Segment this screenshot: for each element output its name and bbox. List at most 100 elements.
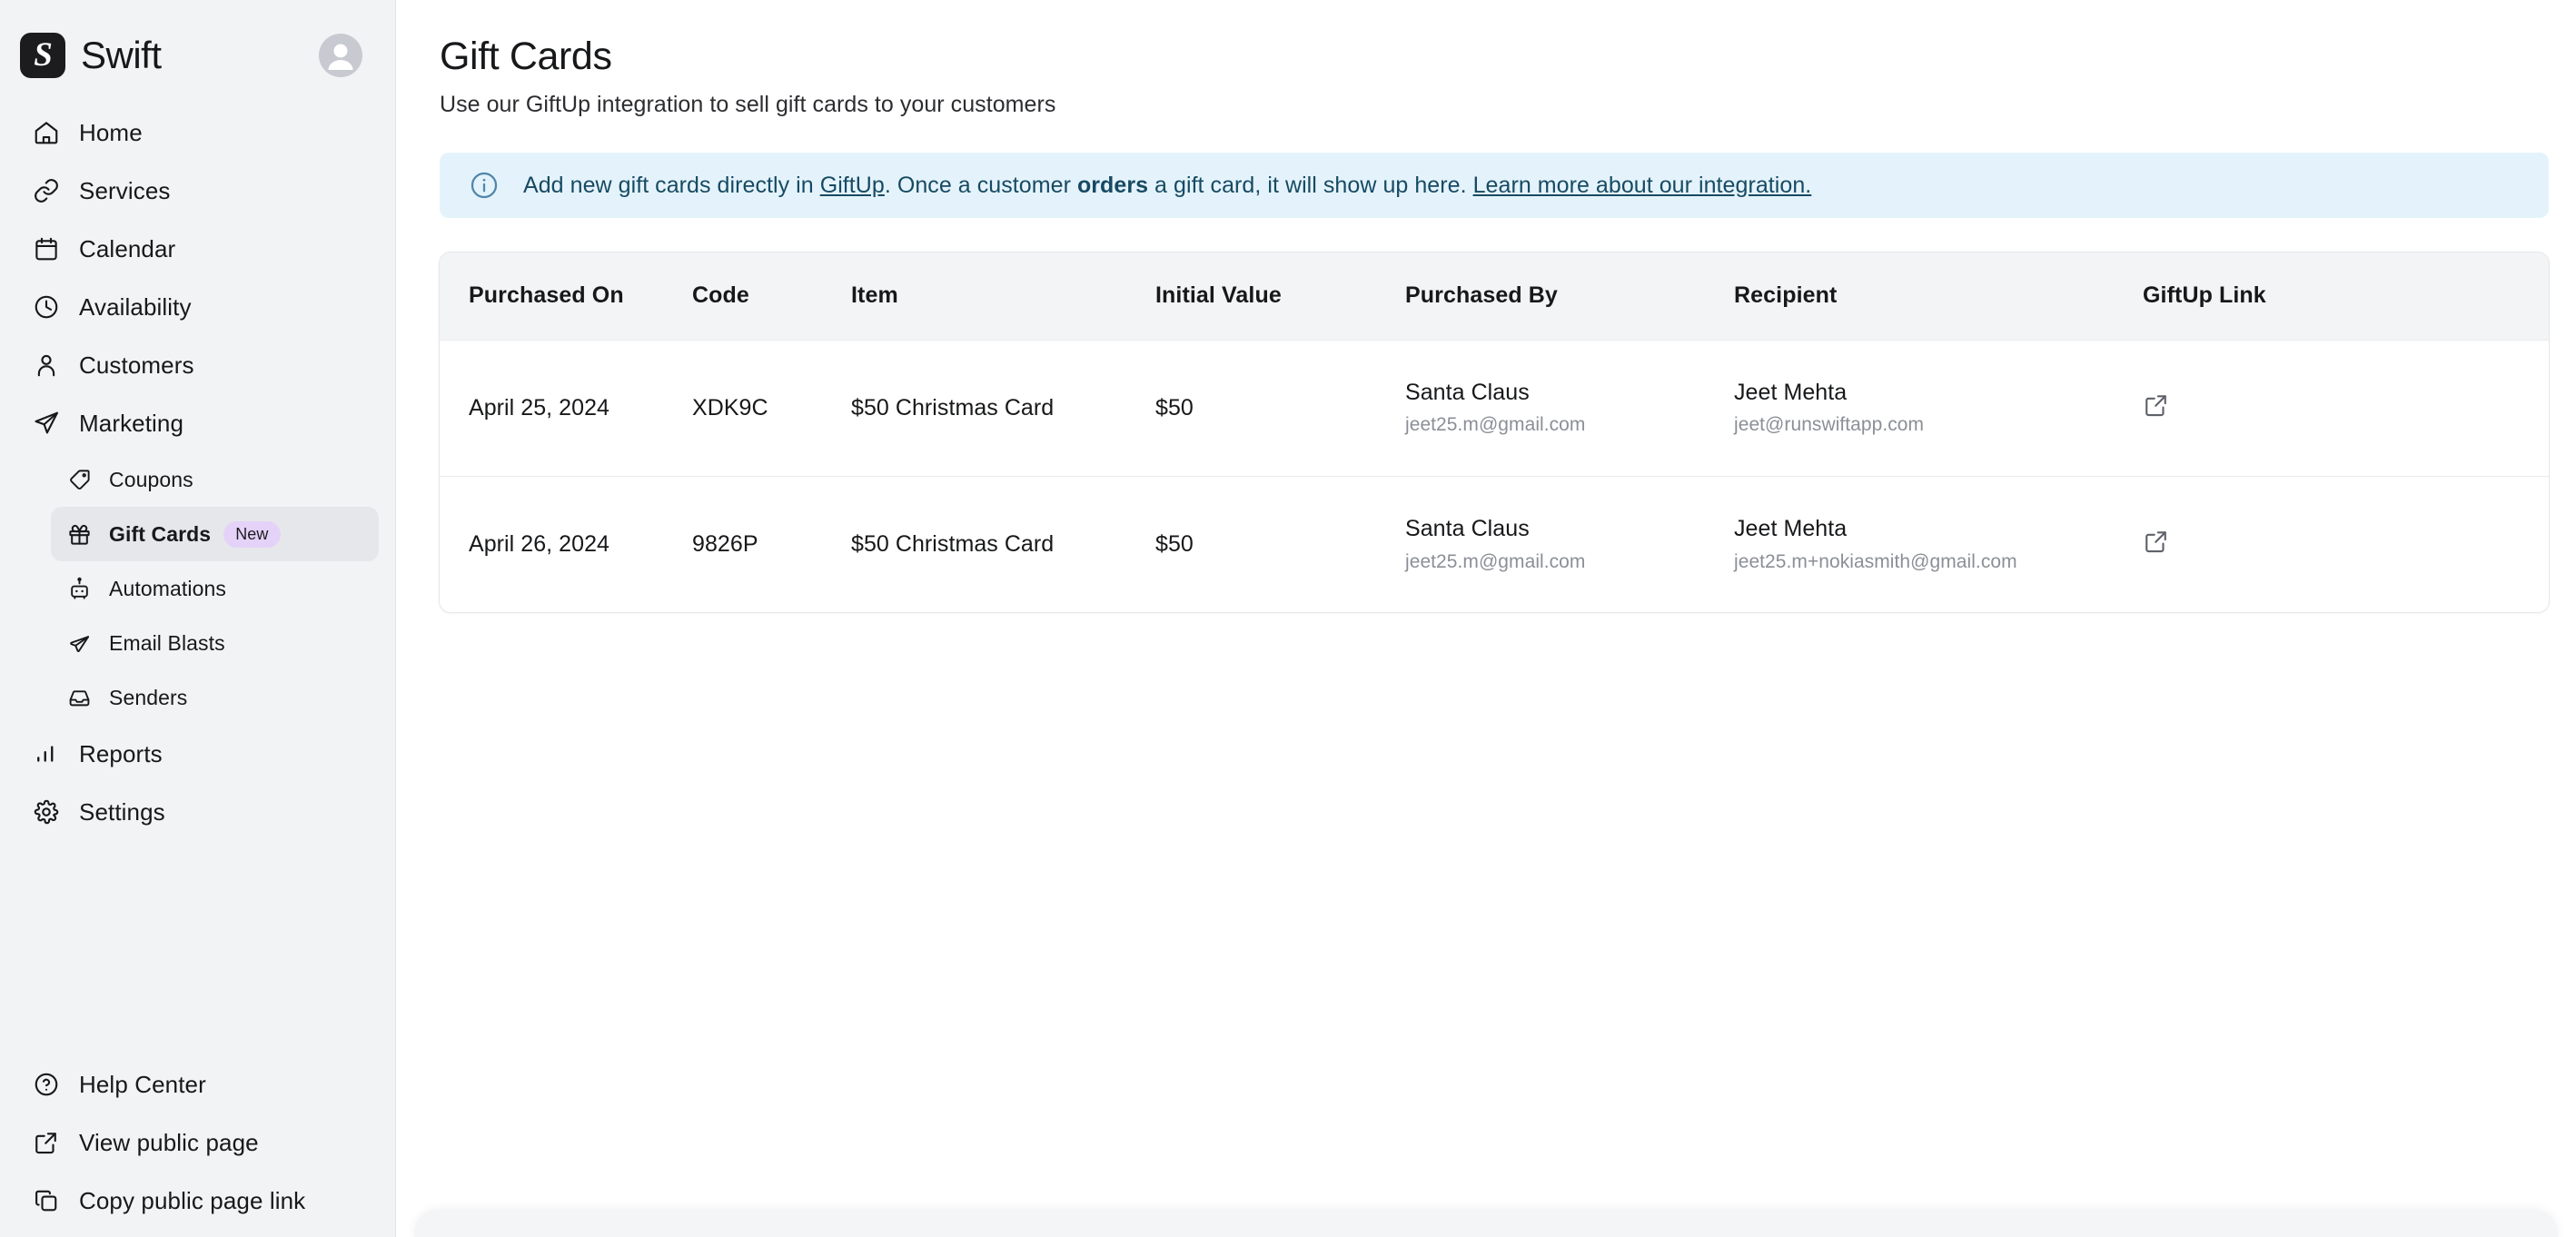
marketing-subnav: Coupons Gift Cards New Automations Email… [16, 452, 379, 725]
gift-cards-table: Purchased On Code Item Initial Value Pur… [440, 252, 2549, 612]
info-circle-icon [469, 170, 500, 201]
sidebar-item-label: Availability [79, 292, 192, 321]
cell-code: 9826P [692, 530, 758, 557]
table-row[interactable]: April 26, 2024 9826P $50 Christmas Card … [440, 476, 2549, 612]
sidebar-item-label: Help Center [79, 1070, 206, 1098]
megaphone-icon [65, 629, 93, 657]
sidebar-item-availability[interactable]: Availability [16, 278, 379, 336]
external-link-icon[interactable] [2143, 391, 2170, 419]
table-header: Purchased On Code Item Initial Value Pur… [440, 252, 2549, 340]
external-link-icon[interactable] [2143, 528, 2170, 555]
table-row[interactable]: April 25, 2024 XDK9C $50 Christmas Card … [440, 340, 2549, 476]
sidebar-item-view-public-page[interactable]: View public page [16, 1113, 379, 1172]
gift-icon [65, 520, 93, 548]
sidebar-item-label: Gift Cards [109, 521, 212, 546]
cell-item: $50 Christmas Card [851, 394, 1055, 421]
sidebar-item-label: Coupons [109, 467, 193, 491]
column-header-initial-value: Initial Value [1155, 282, 1282, 309]
table-body: April 25, 2024 XDK9C $50 Christmas Card … [440, 340, 2549, 612]
clock-icon [31, 292, 62, 322]
home-icon [31, 117, 62, 148]
copy-icon [31, 1185, 62, 1216]
cell-recipient: Jeet Mehta jeet25.m+nokiasmith@gmail.com [1734, 476, 2143, 612]
recipient-email: jeet25.m+nokiasmith@gmail.com [1734, 550, 2017, 572]
sidebar-item-help-center[interactable]: Help Center [16, 1055, 379, 1113]
recipient-email: jeet@runswiftapp.com [1734, 414, 1925, 436]
avatar[interactable] [319, 33, 362, 77]
recipient-name: Jeet Mehta [1734, 379, 1848, 405]
cell-recipient: Jeet Mehta jeet@runswiftapp.com [1734, 340, 2143, 476]
link-icon [31, 175, 62, 206]
purchased-by-email: jeet25.m@gmail.com [1405, 414, 1586, 436]
cell-initial-value: $50 [1155, 394, 1194, 421]
main-content: Gift Cards Use our GiftUp integration to… [396, 0, 2576, 1237]
sidebar-item-coupons[interactable]: Coupons [51, 452, 379, 507]
sidebar-item-settings[interactable]: Settings [16, 783, 379, 841]
robot-icon [65, 575, 93, 602]
sidebar-item-copy-public-page-link[interactable]: Copy public page link [16, 1172, 379, 1230]
sidebar-bottom-nav: Help Center View public page Copy public… [0, 1055, 395, 1237]
purchased-by-name: Santa Claus [1405, 515, 1530, 541]
sidebar-item-label: Automations [109, 576, 226, 600]
sidebar-item-label: Marketing [79, 409, 184, 437]
banner-text-2: . Once a customer [884, 172, 1077, 198]
cell-giftup-link [2143, 340, 2549, 476]
banner-text-1: Add new gift cards directly in [523, 172, 820, 198]
tag-icon [65, 466, 93, 493]
cell-purchased-on: April 26, 2024 [469, 530, 609, 557]
sidebar: S Swift Home Services Calendar Availabil… [0, 0, 396, 1237]
sidebar-item-services[interactable]: Services [16, 162, 379, 220]
brand-row: S Swift [0, 0, 395, 87]
sidebar-item-home[interactable]: Home [16, 104, 379, 162]
sidebar-item-reports[interactable]: Reports [16, 725, 379, 783]
table-header-row: Purchased On Code Item Initial Value Pur… [440, 252, 2549, 340]
info-banner-text: Add new gift cards directly in GiftUp. O… [523, 173, 1811, 199]
column-header-code: Code [692, 282, 749, 309]
purchased-by-email: jeet25.m@gmail.com [1405, 550, 1586, 572]
bar-chart-icon [31, 738, 62, 769]
brand-name: Swift [81, 33, 162, 76]
page-title: Gift Cards [440, 35, 612, 78]
send-icon [31, 408, 62, 439]
page-subtitle: Use our GiftUp integration to sell gift … [440, 92, 1056, 117]
sidebar-item-marketing[interactable]: Marketing [16, 394, 379, 452]
sidebar-item-automations[interactable]: Automations [51, 561, 379, 616]
column-header-purchased-by: Purchased By [1405, 282, 1558, 309]
status-badge: New [223, 520, 281, 548]
sidebar-item-label: Services [79, 176, 171, 204]
sidebar-item-label: Senders [109, 685, 188, 709]
column-header-recipient: Recipient [1734, 282, 1838, 309]
swift-logo-icon[interactable]: S [20, 32, 65, 78]
inbox-icon [65, 684, 93, 711]
gear-icon [31, 797, 62, 827]
sidebar-item-gift-cards[interactable]: Gift Cards New [51, 507, 379, 561]
cell-purchased-by: Santa Claus jeet25.m@gmail.com [1405, 476, 1734, 612]
logo-letter: S [34, 36, 53, 74]
sidebar-item-email-blasts[interactable]: Email Blasts [51, 616, 379, 670]
question-circle-icon [31, 1069, 62, 1100]
banner-bold-orders: orders [1076, 172, 1149, 198]
cell-purchased-by: Santa Claus jeet25.m@gmail.com [1405, 340, 1734, 476]
learn-more-link[interactable]: Learn more about our integration. [1473, 173, 1812, 198]
recipient-name: Jeet Mehta [1734, 515, 1848, 541]
column-header-item: Item [851, 282, 898, 309]
primary-nav: Home Services Calendar Availability Cust… [0, 104, 395, 841]
giftup-link[interactable]: GiftUp [820, 173, 885, 198]
sidebar-item-calendar[interactable]: Calendar [16, 220, 379, 278]
info-banner: Add new gift cards directly in GiftUp. O… [440, 153, 2549, 218]
cell-code: XDK9C [692, 394, 768, 421]
cell-purchased-on: April 25, 2024 [469, 394, 609, 421]
sidebar-item-label: Email Blasts [109, 630, 225, 655]
cell-initial-value: $50 [1155, 530, 1194, 557]
sidebar-item-label: Home [79, 118, 143, 146]
sidebar-item-label: Customers [79, 351, 194, 379]
person-avatar-icon [328, 44, 353, 70]
cell-giftup-link [2143, 476, 2549, 612]
sidebar-item-label: Copy public page link [79, 1186, 306, 1214]
sidebar-item-senders[interactable]: Senders [51, 670, 379, 725]
sidebar-item-customers[interactable]: Customers [16, 336, 379, 394]
sidebar-item-label: View public page [79, 1128, 259, 1156]
gift-cards-table-card: Purchased On Code Item Initial Value Pur… [440, 252, 2549, 612]
sidebar-item-label: Calendar [79, 234, 176, 262]
column-header-giftup-link: GiftUp Link [2143, 282, 2266, 309]
